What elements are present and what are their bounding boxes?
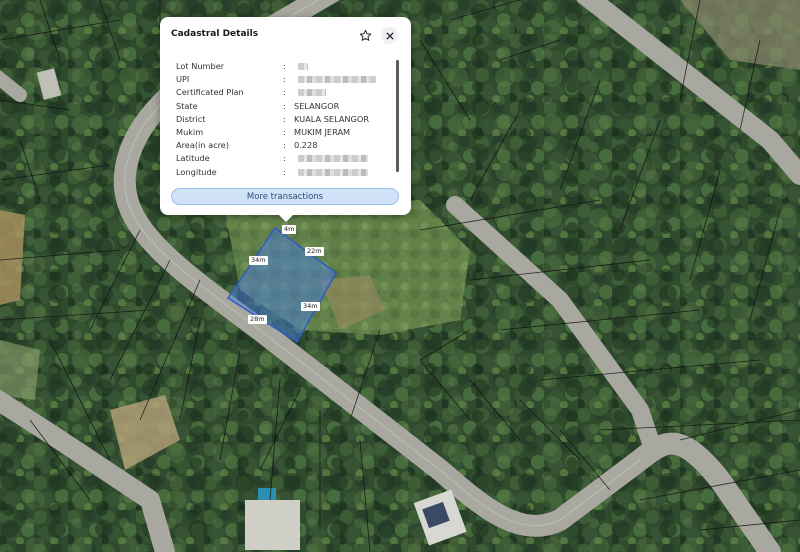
- detail-row-area: Area(in acre) : 0.228: [176, 139, 388, 152]
- redacted-value: [298, 89, 326, 97]
- detail-key: Certificated Plan: [176, 87, 244, 98]
- dimension-label: 28m: [248, 315, 267, 324]
- detail-value: SELANGOR: [294, 100, 340, 111]
- star-icon: [359, 29, 371, 41]
- detail-separator: :: [283, 61, 286, 71]
- details-list: Lot Number : UPI : Certificated Plan : S…: [176, 60, 388, 179]
- detail-key: Area(in acre): [176, 140, 230, 151]
- detail-row-certificated-plan: Certificated Plan :: [176, 86, 388, 99]
- detail-value: KUALA SELANGOR: [294, 113, 370, 124]
- redacted-value: [298, 168, 368, 176]
- detail-separator: :: [283, 140, 286, 151]
- detail-separator: :: [283, 100, 286, 111]
- detail-separator: :: [283, 153, 286, 164]
- detail-row-lot-number: Lot Number :: [176, 60, 388, 73]
- detail-separator: :: [283, 126, 286, 137]
- dimension-label: 34m: [301, 302, 320, 311]
- detail-key: UPI: [176, 74, 190, 85]
- detail-key: Longitude: [176, 166, 217, 177]
- dimension-label: 22m: [305, 247, 324, 256]
- detail-value: 0.228: [294, 140, 318, 151]
- detail-row-latitude: Latitude :: [176, 152, 388, 165]
- detail-row-longitude: Longitude :: [176, 166, 388, 179]
- detail-key: State: [176, 100, 198, 111]
- dimension-label: 34m: [249, 256, 268, 265]
- detail-separator: :: [283, 87, 286, 98]
- detail-row-state: State : SELANGOR: [176, 100, 388, 113]
- detail-separator: :: [283, 113, 286, 124]
- redacted-value: [298, 63, 308, 70]
- more-transactions-button[interactable]: More transactions: [171, 188, 399, 205]
- detail-row-district: District : KUALA SELANGOR: [176, 113, 388, 126]
- popup-scrollbar[interactable]: [396, 60, 399, 172]
- detail-key: Lot Number: [176, 61, 225, 71]
- favorite-button[interactable]: [357, 27, 373, 43]
- redacted-value: [298, 155, 368, 163]
- close-button[interactable]: [381, 27, 398, 44]
- detail-key: District: [176, 113, 206, 124]
- detail-row-mukim: Mukim : MUKIM JERAM: [176, 126, 388, 139]
- detail-key: Mukim: [176, 126, 204, 137]
- detail-separator: :: [283, 166, 286, 177]
- redacted-value: [298, 76, 376, 84]
- dimension-label: 4m: [282, 225, 297, 234]
- close-icon: [386, 32, 393, 39]
- detail-key: Latitude: [176, 153, 210, 164]
- detail-separator: :: [283, 74, 286, 85]
- detail-row-upi: UPI :: [176, 73, 388, 86]
- detail-value: MUKIM JERAM: [294, 126, 351, 137]
- cadastral-details-popup: Cadastral Details Lot Number : UPI : Cer…: [160, 17, 411, 222]
- popup-title: Cadastral Details: [171, 29, 259, 39]
